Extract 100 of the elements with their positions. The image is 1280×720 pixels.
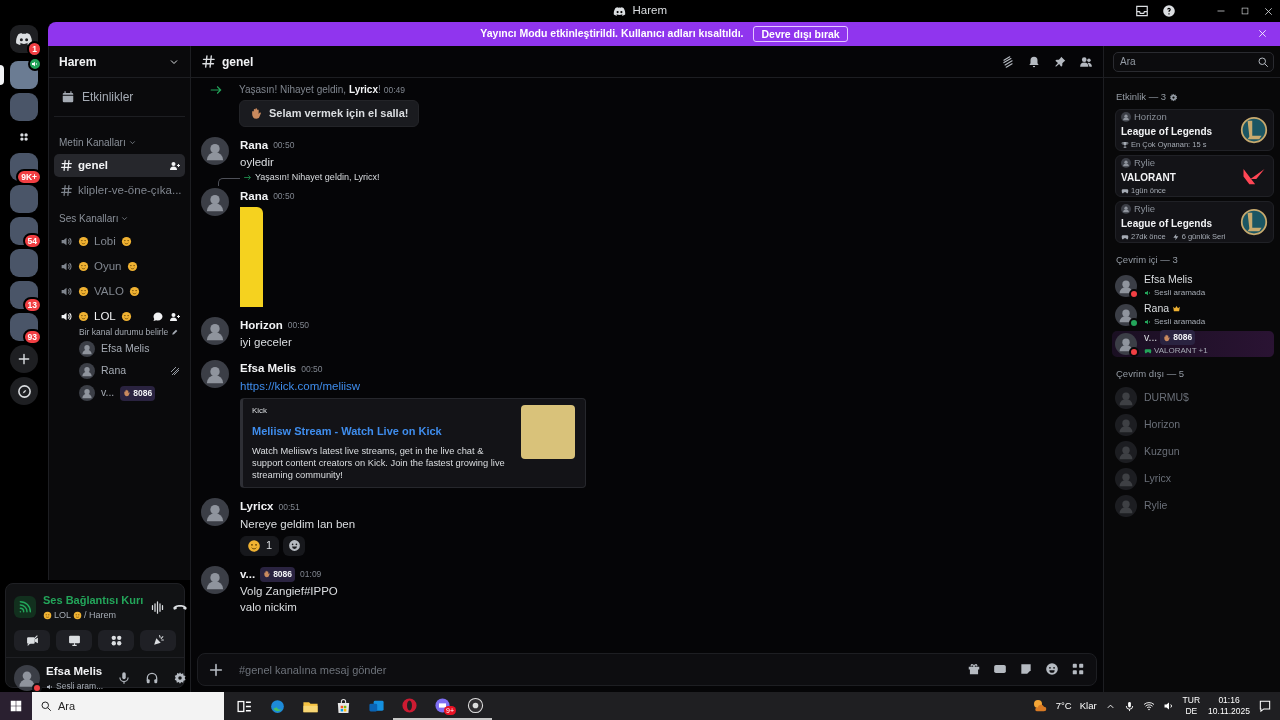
activities-button[interactable]: [98, 630, 134, 651]
chevron-icon[interactable]: [127, 138, 137, 147]
server-name[interactable]: Harem: [59, 52, 97, 71]
notification-icon[interactable]: [1258, 699, 1272, 713]
microphone-icon[interactable]: [1123, 700, 1135, 712]
add-server-button[interactable]: [10, 345, 38, 373]
channel-name: VALO: [94, 284, 124, 299]
plus-icon[interactable]: [208, 662, 224, 678]
user-name[interactable]: Efsa Melis: [46, 663, 104, 681]
apps-icon[interactable]: [1071, 662, 1085, 676]
user-avatar: [1121, 158, 1131, 169]
member-item[interactable]: v... 8086 VALORANT +1: [1112, 330, 1274, 357]
close-icon[interactable]: [1262, 5, 1274, 17]
settings-icon[interactable]: [1169, 92, 1179, 102]
settings-icon[interactable]: [173, 671, 188, 685]
sticker-icon[interactable]: [1019, 662, 1033, 676]
user-activity: Sesli aram...: [56, 680, 104, 693]
category-name[interactable]: Ses Kanalları: [59, 210, 119, 226]
members-icon[interactable]: [1079, 54, 1093, 69]
language-indicator[interactable]: TUR: [1182, 695, 1201, 706]
message-input[interactable]: #genel kanalına mesaj gönder: [197, 653, 1097, 686]
username[interactable]: v...: [240, 565, 256, 583]
soundboard-button[interactable]: [140, 630, 176, 651]
category-name[interactable]: Metin Kanalları: [59, 135, 126, 150]
events-link[interactable]: Etkinlikler: [82, 88, 134, 106]
channel-item[interactable]: Lobi: [54, 229, 185, 253]
username[interactable]: Lyricx: [240, 498, 274, 516]
user-avatar: [1121, 112, 1131, 123]
add-reaction-button[interactable]: [283, 535, 306, 556]
username[interactable]: Horizon: [240, 317, 283, 335]
microphone-icon[interactable]: [117, 671, 132, 685]
weather-condition[interactable]: Klar: [1079, 698, 1097, 714]
discord-logo-icon: [15, 30, 33, 48]
weather-icon[interactable]: [1031, 698, 1048, 714]
embed-title[interactable]: Meliisw Stream - Watch Live on Kick: [252, 422, 507, 440]
wave-button[interactable]: Selam vermek için el salla!: [239, 100, 420, 127]
volume-icon[interactable]: [1162, 700, 1175, 712]
channel-item[interactable]: Oyun: [54, 254, 185, 278]
voice-member[interactable]: Rana: [54, 360, 185, 383]
reaction-button[interactable]: 1: [240, 535, 280, 556]
message-link[interactable]: https://kick.com/meliisw: [240, 377, 361, 395]
voice-member[interactable]: v... 8086: [54, 382, 185, 405]
weather-temperature[interactable]: 7°C: [1055, 698, 1072, 714]
explore-button[interactable]: [10, 377, 38, 405]
voice-member[interactable]: Efsa Melis: [54, 338, 185, 361]
gift-icon[interactable]: [967, 662, 981, 676]
smiley-icon[interactable]: [1045, 662, 1059, 676]
member-item[interactable]: Kuzgun: [1112, 439, 1274, 464]
username[interactable]: Rana: [240, 187, 269, 205]
pin-icon[interactable]: [1053, 54, 1067, 69]
clock-date[interactable]: 10.11.2025: [1208, 706, 1250, 717]
screen-share-button[interactable]: [56, 630, 92, 651]
search-field[interactable]: Ara: [1113, 51, 1274, 72]
threads-icon[interactable]: [1001, 54, 1015, 69]
signal-icon: [14, 596, 36, 618]
help-icon[interactable]: [1161, 4, 1176, 18]
invite-icon[interactable]: [169, 159, 181, 172]
clock-time[interactable]: 01:16: [1218, 695, 1240, 706]
user-avatar: [1115, 440, 1137, 463]
channel-name[interactable]: LOL: [54, 608, 71, 622]
shield-logo-icon: [1240, 116, 1268, 145]
camera-button[interactable]: [14, 630, 50, 651]
member-item[interactable]: DURMU$: [1112, 385, 1274, 410]
reply-preview[interactable]: Yaşasın! Nihayet geldin, Lyricx!: [255, 171, 380, 185]
connection-status[interactable]: Ses Bağlantısı Kurı: [43, 592, 144, 609]
home-button[interactable]: 1: [10, 25, 38, 53]
server-icon[interactable]: [10, 249, 38, 277]
user-avatar: [79, 385, 95, 402]
member-name: DURMU$: [1144, 389, 1189, 405]
pencil-icon[interactable]: [171, 327, 180, 336]
chat-icon[interactable]: [152, 310, 164, 323]
server-icon[interactable]: [10, 185, 38, 213]
emoji-icon: [247, 538, 261, 553]
member-item[interactable]: Lyricx: [1112, 466, 1274, 491]
disable-button[interactable]: Devre dışı bırak: [753, 26, 848, 42]
channel-item[interactable]: klipler-ve-öne-çıka...: [54, 179, 185, 203]
taskbar-search[interactable]: Ara: [32, 692, 224, 720]
wifi-icon[interactable]: [1142, 700, 1155, 712]
channel-item[interactable]: VALO: [54, 280, 185, 304]
member-item[interactable]: Rylie: [1112, 493, 1274, 518]
section-heading: Etkinlik — 3: [1116, 90, 1167, 104]
server-icon[interactable]: [10, 93, 38, 121]
language-indicator[interactable]: DE: [1185, 706, 1198, 717]
maximize-icon[interactable]: [1239, 6, 1250, 16]
start-button[interactable]: [0, 692, 32, 720]
gif-icon[interactable]: [993, 662, 1007, 676]
headphones-icon[interactable]: [145, 671, 160, 685]
noise-icon[interactable]: [150, 599, 166, 615]
server-name[interactable]: / Harem: [84, 608, 117, 622]
member-item[interactable]: Efsa Melis Sesli aramada: [1112, 272, 1274, 299]
bell-icon[interactable]: [1027, 54, 1041, 69]
channel-name: LOL: [94, 309, 116, 325]
member-item[interactable]: Rana Sesli aramada: [1112, 301, 1274, 328]
member-item[interactable]: Horizon: [1112, 412, 1274, 437]
channel-item[interactable]: genel: [54, 154, 185, 178]
username[interactable]: Rana: [240, 136, 269, 154]
inbox-icon[interactable]: [1134, 4, 1149, 18]
username[interactable]: Efsa Melis: [240, 360, 297, 378]
member-name: Lyricx: [1144, 470, 1172, 486]
invite-icon[interactable]: [169, 310, 181, 323]
